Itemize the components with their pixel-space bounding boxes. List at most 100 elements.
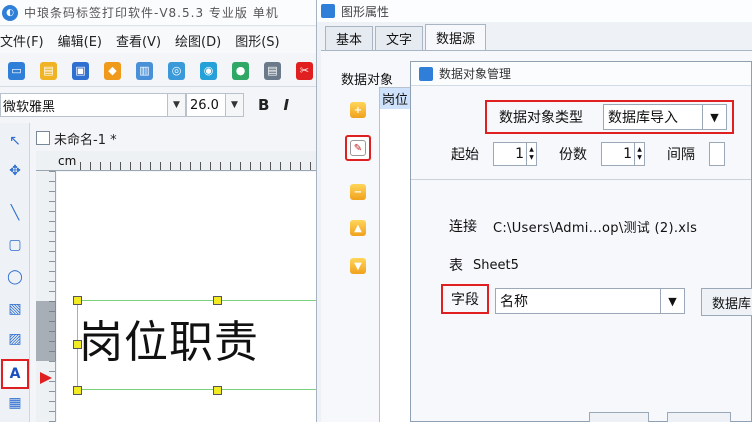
tools-icon[interactable]: ▤ [264, 61, 281, 80]
tab-text[interactable]: 文字 [375, 26, 424, 50]
add-object-button[interactable]: + [345, 97, 371, 123]
globe-icon[interactable]: ● [232, 61, 249, 80]
text-tool-icon[interactable]: A [1, 359, 29, 389]
tab-data-source[interactable]: 数据源 [425, 24, 487, 50]
line-icon[interactable]: ╲ [4, 201, 26, 225]
connection-value: C:\Users\Admi...op\测试 (2).xls [493, 220, 698, 236]
resize-handle[interactable] [213, 386, 222, 395]
layers-icon[interactable]: ◆ [104, 61, 121, 80]
delete-object-button[interactable]: − [345, 179, 371, 205]
move-up-button[interactable]: ▲ [345, 215, 371, 241]
ellipse-icon[interactable]: ◯ [4, 265, 26, 289]
document-tab[interactable]: 未命名-1 * [36, 127, 117, 149]
main-app-window: ◐ 中琅条码标签打印软件-V8.5.3 专业版 单机 文件(F) 编辑(E) 查… [0, 0, 320, 422]
minus-icon: − [350, 184, 366, 200]
start-count-interval-row: 起始 1 ▲ ▼ 份数 1 ▲ ▼ 间隔 [451, 142, 725, 166]
vertical-ruler [36, 171, 56, 422]
app-titlebar: ◐ 中琅条码标签打印软件-V8.5.3 专业版 单机 [0, 0, 320, 26]
data-object-label: 数据对象 [341, 73, 394, 88]
ruler-ticks [80, 162, 320, 170]
list-item[interactable]: 岗位 [380, 88, 414, 109]
dialog-window-icon [419, 66, 433, 81]
menu-edit[interactable]: 编辑(E) [58, 31, 102, 50]
arrow-down-icon: ▼ [350, 258, 366, 274]
database-button[interactable]: 数据库 [701, 288, 752, 316]
field-value: 名称 [500, 294, 528, 310]
chevron-down-icon[interactable]: ▼ [660, 289, 684, 313]
label-canvas[interactable]: 岗位职责 [57, 172, 320, 422]
plus-icon: + [350, 102, 366, 118]
tab-basic[interactable]: 基本 [325, 26, 374, 50]
count-label: 份数 [559, 147, 587, 163]
props-title: 图形属性 [341, 4, 390, 19]
rounded-rect-icon[interactable]: ▢ [4, 233, 26, 257]
resize-handle[interactable] [213, 296, 222, 305]
italic-button[interactable]: I [283, 96, 289, 114]
interval-label: 间隔 [667, 147, 695, 163]
ok-button[interactable] [589, 412, 649, 422]
data-object-type-label: 数据对象类型 [499, 110, 583, 126]
horizontal-ruler: cm [36, 151, 320, 171]
data-object-type-row: 数据对象类型 数据库导入 ▼ [485, 100, 734, 134]
canvas-text-object[interactable]: 岗位职责 [79, 306, 259, 370]
select-arrow-icon[interactable]: ↖ [4, 129, 26, 153]
data-object-type-select[interactable]: 数据库导入 ▼ [603, 104, 727, 130]
start-label: 起始 [451, 147, 479, 163]
menu-file[interactable]: 文件(F) [0, 31, 44, 50]
resize-handle[interactable] [73, 386, 82, 395]
resize-handle[interactable] [73, 296, 82, 305]
barcode-icon[interactable]: ▦ [4, 391, 26, 415]
open-folder-icon[interactable]: ▤ [40, 61, 57, 80]
props-titlebar: 图形属性 [317, 0, 752, 22]
bold-button[interactable]: B [258, 96, 269, 114]
data-object-type-value: 数据库导入 [608, 110, 678, 126]
connection-label: 连接 [449, 219, 477, 235]
save-icon[interactable]: ▣ [72, 61, 89, 80]
chevron-down-icon[interactable]: ▼ [702, 105, 726, 129]
data-object-management-dialog: 数据对象管理 数据对象类型 数据库导入 ▼ 起始 1 ▲ ▼ 份数 1 ▲ ▼ 间隔… [410, 61, 752, 422]
cancel-button[interactable] [667, 412, 731, 422]
start-stepper[interactable]: 1 ▲ ▼ [493, 142, 537, 166]
picture-icon[interactable]: ▨ [4, 327, 26, 351]
move-down-button[interactable]: ▼ [345, 253, 371, 279]
pan-icon[interactable]: ✥ [4, 159, 26, 183]
field-label: 字段 [441, 284, 489, 314]
arrow-up-icon: ▲ [350, 220, 366, 236]
database-icon[interactable]: ◉ [200, 61, 217, 80]
print-preview-icon[interactable]: ◎ [168, 61, 185, 80]
interval-input[interactable] [709, 142, 725, 166]
print-icon[interactable]: ▥ [136, 61, 153, 80]
props-tabs: 基本 文字 数据源 [325, 24, 488, 50]
document-icon [36, 131, 50, 145]
font-size-select[interactable]: 26.0 ▼ [186, 93, 244, 117]
cut-icon[interactable]: ✂ [296, 61, 313, 80]
count-stepper[interactable]: 1 ▲ ▼ [601, 142, 645, 166]
font-family-value: 微软雅黑 [3, 99, 56, 115]
connection-row: 连接 C:\Users\Admi...op\测试 (2).xls [449, 216, 697, 236]
new-icon[interactable]: ▭ [8, 61, 25, 80]
chevron-down-icon[interactable]: ▼ [167, 94, 185, 116]
menu-view[interactable]: 查看(V) [116, 31, 161, 50]
image-icon[interactable]: ▧ [4, 297, 26, 321]
dialog-titlebar: 数据对象管理 [411, 62, 751, 86]
chevron-down-icon[interactable]: ▼ [225, 94, 243, 116]
stepper-arrows-icon[interactable]: ▲ ▼ [634, 143, 644, 165]
stepper-arrows-icon[interactable]: ▲ ▼ [526, 143, 536, 165]
app-logo-icon: ◐ [2, 4, 18, 21]
field-select[interactable]: 名称 ▼ [495, 288, 685, 314]
menubar: 文件(F) 编辑(E) 查看(V) 绘图(D) 图形(S) [0, 27, 320, 53]
document-tab-label: 未命名-1 * [54, 132, 117, 148]
app-title: 中琅条码标签打印软件-V8.5.3 专业版 单机 [24, 6, 279, 20]
start-value: 1 [515, 146, 524, 162]
edit-object-button[interactable]: ✎ [345, 135, 371, 161]
main-toolbar: ▭ ▤ ▣ ◆ ▥ ◎ ◉ ● ▤ ✂ [0, 55, 320, 87]
font-toolbar: 微软雅黑 ▼ 26.0 ▼ B I [0, 89, 320, 121]
menu-shape[interactable]: 图形(S) [235, 31, 279, 50]
menu-draw[interactable]: 绘图(D) [175, 31, 221, 50]
font-family-select[interactable]: 微软雅黑 ▼ [0, 93, 186, 117]
ruler-position-marker [36, 301, 56, 361]
drawing-tools-panel: ↖ ✥ ╲ ▢ ◯ ▧ ▨ A ▦ [0, 123, 30, 422]
font-size-value: 26.0 [190, 97, 219, 113]
table-row: 表 Sheet5 [449, 255, 519, 275]
dialog-title: 数据对象管理 [439, 67, 512, 81]
